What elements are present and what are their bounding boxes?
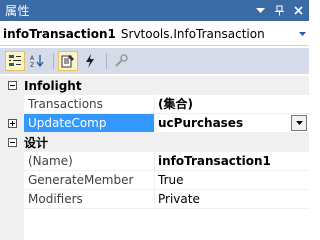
property-row-updatecomp[interactable]: UpdateComp ucPurchases [0,114,309,133]
properties-icon [61,55,74,68]
property-name[interactable]: GenerateMember [24,171,154,190]
property-row-name[interactable]: (Name) infoTransaction1 [0,152,309,171]
property-value[interactable]: Private [154,190,309,209]
properties-button[interactable] [58,51,78,71]
toolbar-separator [53,53,54,69]
expand-icon[interactable] [7,119,17,128]
window-title: 属性 [5,4,31,18]
row-gutter [0,152,24,171]
category-infolight[interactable]: Infolight [0,76,309,95]
property-row-modifiers[interactable]: Modifiers Private [0,190,309,209]
object-type: Srvtools.InfoTransaction [120,26,265,41]
chevron-down-icon [295,121,303,125]
property-row-transactions[interactable]: Transactions (集合) [0,95,309,114]
row-gutter [0,190,24,209]
events-button[interactable] [80,51,100,71]
alphabetical-button[interactable]: AZ [27,51,47,71]
property-name[interactable]: UpdateComp [24,114,154,133]
close-icon[interactable] [290,3,306,19]
property-value[interactable]: infoTransaction1 [154,152,309,171]
property-row-generatemember[interactable]: GenerateMember True [0,171,309,190]
property-value-editor[interactable]: ucPurchases [154,114,309,133]
property-name[interactable]: Modifiers [24,190,154,209]
categorized-icon [9,55,21,66]
categorized-button[interactable] [5,51,25,71]
alphabetical-icon: AZ [30,55,44,68]
property-value[interactable]: (集合) [154,95,309,114]
property-name[interactable]: Transactions [24,95,154,114]
pin-icon[interactable] [271,3,287,19]
row-gutter [0,95,24,114]
property-name[interactable]: (Name) [24,152,154,171]
chevron-down-icon[interactable] [295,29,309,38]
svg-text:Z: Z [30,62,34,68]
property-pages-icon [115,54,128,67]
property-value[interactable]: ucPurchases [155,116,291,130]
svg-text:A: A [30,55,35,62]
value-dropdown-button[interactable] [291,115,307,131]
properties-toolbar: AZ [0,48,309,74]
category-label: 设计 [24,136,49,150]
window-menu-dropdown-icon[interactable] [252,3,268,19]
category-label: Infolight [24,78,82,93]
collapse-icon[interactable] [0,138,24,147]
property-grid: Infolight Transactions (集合) UpdateComp u… [0,76,309,240]
object-name: infoTransaction1 [3,26,116,41]
object-selector[interactable]: infoTransaction1 Srvtools.InfoTransactio… [0,22,309,46]
events-icon [86,54,94,68]
row-gutter [0,171,24,190]
expand-property-button[interactable] [0,114,24,133]
property-pages-button[interactable] [111,51,131,71]
property-value[interactable]: True [154,171,309,190]
collapse-icon[interactable] [0,81,24,90]
properties-window-titlebar: 属性 [0,0,309,21]
toolbar-separator [106,53,107,69]
category-design[interactable]: 设计 [0,133,309,152]
